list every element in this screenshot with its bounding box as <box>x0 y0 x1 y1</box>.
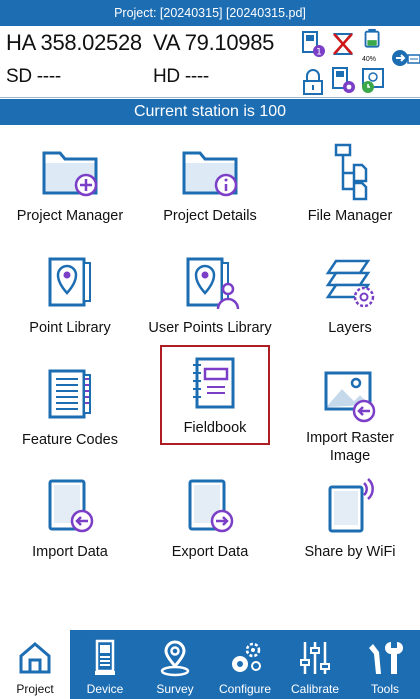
tools-icon <box>369 642 403 674</box>
device-icon <box>95 639 115 675</box>
point-library-icon <box>48 257 91 307</box>
lock-icon[interactable] <box>300 68 326 96</box>
map-pin-icon <box>160 640 190 677</box>
tile-label: Feature Codes <box>22 432 118 448</box>
tab-device[interactable]: Device <box>70 630 140 699</box>
folder-add-icon <box>42 151 98 197</box>
fieldbook-icon <box>193 357 235 409</box>
connection-icon[interactable] <box>391 46 420 74</box>
user-points-library-icon <box>186 257 240 310</box>
va-readout: VA 79.10985 <box>153 30 275 55</box>
tile-user-points-library[interactable]: User Points Library <box>142 245 278 357</box>
instrument-status-icon[interactable]: 1 <box>300 30 326 58</box>
sd-readout: SD ---- <box>6 66 61 87</box>
prism-off-icon[interactable] <box>330 30 356 58</box>
svg-text:1: 1 <box>316 48 322 58</box>
tile-layers[interactable]: Layers <box>282 245 418 357</box>
tile-import-data[interactable]: Import Data <box>2 469 138 581</box>
tile-fieldbook[interactable]: Fieldbook <box>160 345 270 445</box>
station-banner: Current station is 100 <box>0 99 420 125</box>
feature-codes-book-icon <box>48 369 91 419</box>
tile-feature-codes[interactable]: Feature Codes <box>2 357 138 469</box>
project-title-bar: Project: [20240315] [20240315.pd] <box>0 0 420 26</box>
tile-label: Share by WiFi <box>304 544 396 560</box>
tablet-import-icon <box>48 479 94 533</box>
tab-tools[interactable]: Tools <box>350 630 420 699</box>
tile-label: File Manager <box>307 208 393 224</box>
tile-project-details[interactable]: Project Details <box>142 133 278 245</box>
tab-label: Tools <box>370 682 399 696</box>
tab-label: Calibrate <box>290 682 340 696</box>
tile-share-by-wifi[interactable]: Share by WiFi <box>282 469 418 581</box>
tab-project[interactable]: Project <box>0 630 70 699</box>
tile-label: Point Library <box>29 320 111 336</box>
tab-label: Project <box>16 682 54 696</box>
instrument-settings-icon[interactable] <box>330 66 356 94</box>
layers-gear-icon <box>325 259 375 308</box>
tile-label: Export Data <box>171 544 249 560</box>
battery-icon <box>364 28 380 48</box>
tile-label: Project Manager <box>16 208 124 224</box>
tile-label: Import Data <box>32 544 108 560</box>
file-tree-icon <box>334 143 368 201</box>
project-menu-grid: Project Manager Project Details File Man… <box>0 125 420 630</box>
home-icon <box>19 642 51 674</box>
bottom-navigation: Project Device Survey Configure Calibrat… <box>0 630 420 699</box>
ha-readout: HA 358.02528 <box>6 30 142 55</box>
tablet-wifi-icon <box>328 478 374 533</box>
tab-label: Survey <box>156 682 194 696</box>
tile-label: User Points Library <box>148 320 272 336</box>
tile-label: Fieldbook <box>183 420 247 436</box>
hd-readout: HD ---- <box>153 66 209 87</box>
measurement-panel: HA 358.02528 VA 79.10985 SD ---- HD ----… <box>0 26 420 98</box>
tab-label: Configure <box>218 682 272 696</box>
screen-timer-icon[interactable] <box>360 66 386 94</box>
tab-configure[interactable]: Configure <box>210 630 280 699</box>
folder-info-icon <box>182 151 238 197</box>
tile-import-raster-image[interactable]: Import Raster Image <box>282 357 418 469</box>
tile-file-manager[interactable]: File Manager <box>282 133 418 245</box>
tab-label: Device <box>86 682 124 696</box>
gears-icon <box>232 642 261 672</box>
tab-calibrate[interactable]: Calibrate <box>280 630 350 699</box>
tile-project-manager[interactable]: Project Manager <box>2 133 138 245</box>
tile-export-data[interactable]: Export Data <box>142 469 278 581</box>
tile-point-library[interactable]: Point Library <box>2 245 138 357</box>
sliders-icon <box>300 642 330 674</box>
tile-label: Project Details <box>163 208 257 224</box>
tab-survey[interactable]: Survey <box>140 630 210 699</box>
image-import-icon <box>324 371 376 423</box>
battery-level: 40% <box>362 56 377 63</box>
tablet-export-icon <box>188 479 234 533</box>
tile-label: Import Raster Image <box>306 430 394 464</box>
tile-label: Layers <box>328 320 372 336</box>
